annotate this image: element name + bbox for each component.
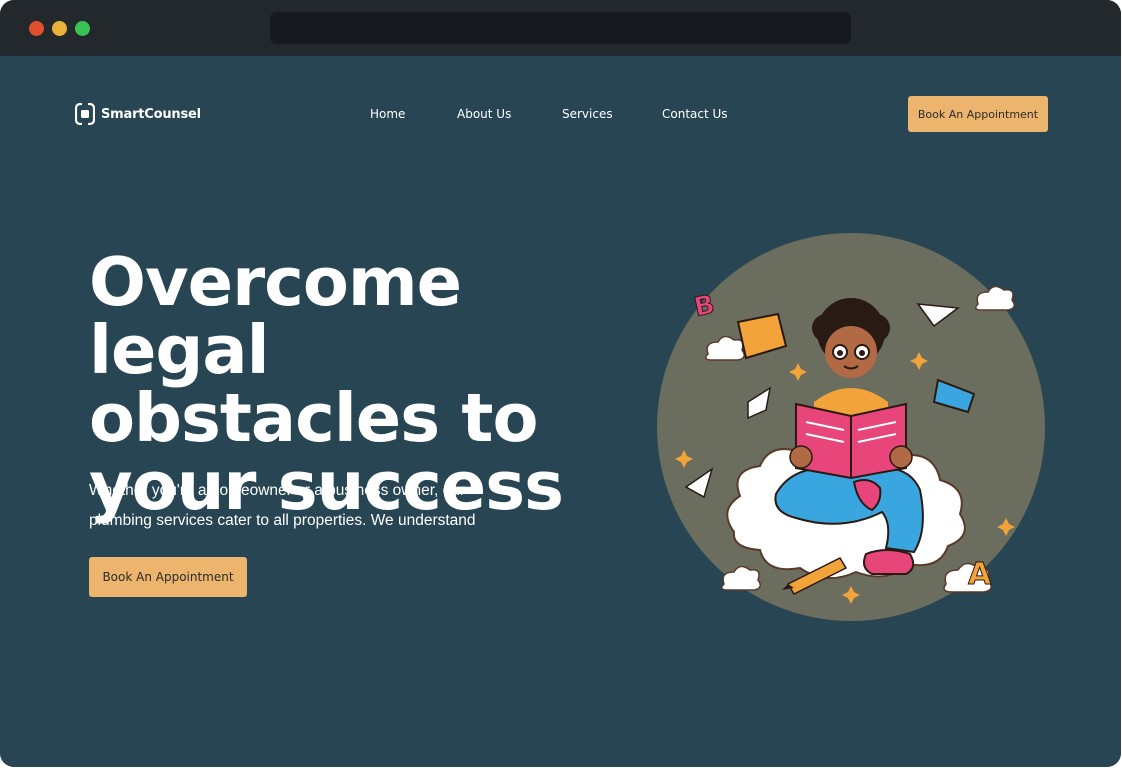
browser-titlebar	[0, 0, 1121, 56]
logo-icon	[75, 103, 95, 125]
nav-home[interactable]: Home	[370, 107, 405, 121]
hero-title-line: obstacles to	[89, 379, 539, 457]
landing-page: SmartCounsel Home About Us Services Cont…	[0, 56, 1121, 767]
close-window-button[interactable]	[29, 21, 44, 36]
minimize-window-button[interactable]	[52, 21, 67, 36]
hero-title-line: Overcome legal	[89, 243, 462, 389]
hero-subtitle-line: Whether you're a homeowner or a business…	[89, 482, 466, 499]
browser-window: SmartCounsel Home About Us Services Cont…	[0, 0, 1121, 767]
brand-name: SmartCounsel	[101, 106, 201, 122]
nav-contact-us[interactable]: Contact Us	[662, 107, 728, 121]
nav-about-us[interactable]: About Us	[457, 107, 511, 121]
maximize-window-button[interactable]	[75, 21, 90, 36]
hero-subtitle-line: plumbing services cater to all propertie…	[89, 512, 476, 529]
hero-subtitle: Whether you're a homeowner or a business…	[89, 476, 509, 536]
address-bar[interactable]	[270, 12, 851, 44]
book-appointment-header-button[interactable]: Book An Appointment	[908, 96, 1048, 132]
letter-a: A	[968, 557, 992, 592]
nav-services[interactable]: Services	[562, 107, 613, 121]
brand-logo[interactable]: SmartCounsel	[75, 102, 201, 126]
child-reading-book-illustration: B A	[657, 233, 1045, 621]
book-appointment-hero-button[interactable]: Book An Appointment	[89, 557, 247, 597]
